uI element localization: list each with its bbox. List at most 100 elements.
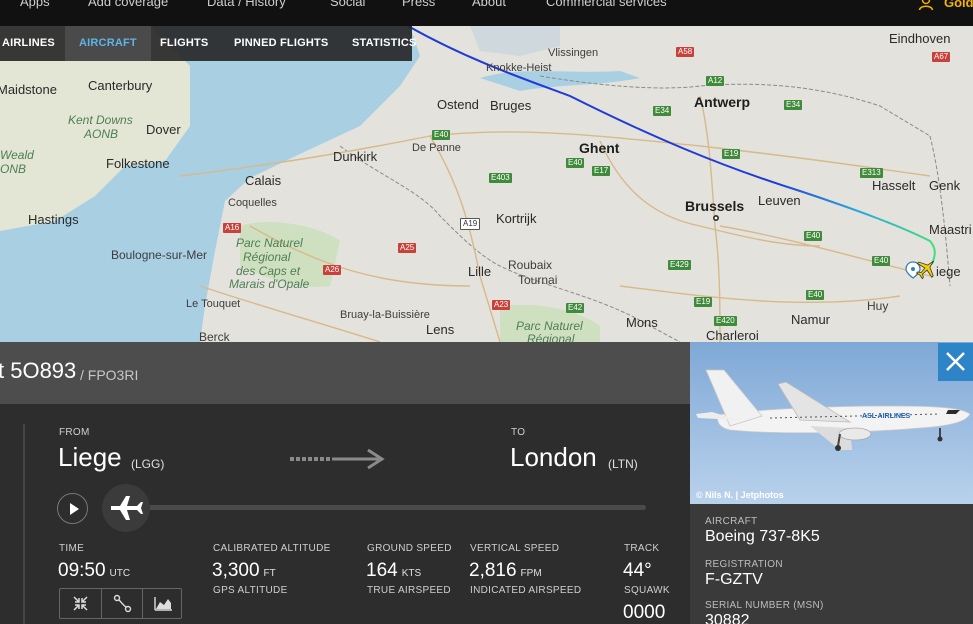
map-label: Régional xyxy=(527,332,575,342)
map-label: Bruay-la-Buissière xyxy=(340,309,430,321)
map-label: Kent Downs xyxy=(68,113,133,127)
map-label: Brussels xyxy=(685,198,745,214)
category-tabs: AIRLINES AIRCRAFT FLIGHTS PINNED FLIGHTS… xyxy=(0,26,416,61)
ground-speed-label: GROUND SPEED xyxy=(367,543,452,554)
view-options xyxy=(59,588,182,619)
map-label: des Caps et xyxy=(236,264,301,278)
road-shield: E40 xyxy=(566,158,585,168)
road-shield: E40 xyxy=(806,290,825,300)
map-label: ONB xyxy=(0,162,27,176)
aircraft-photo-image: ASL AIRLINES xyxy=(690,342,973,504)
origin-city[interactable]: Liege xyxy=(58,442,122,473)
tab-pinned-flights[interactable]: PINNED FLIGHTS xyxy=(234,26,328,61)
nav-apps[interactable]: Apps xyxy=(20,0,50,9)
map-label: Dunkirk xyxy=(333,149,378,164)
nav-data-history[interactable]: Data / History xyxy=(207,0,286,9)
flight-map[interactable]: Maidstone Canterbury Kent Downs AONB Dov… xyxy=(0,26,973,342)
map-label: AONB xyxy=(84,127,119,141)
map-label: Ostend xyxy=(437,97,479,112)
ground-speed-value: 164 KTS xyxy=(366,560,422,581)
photo-credit[interactable]: © Nils N. | Jetphotos xyxy=(696,490,784,500)
map-label: Charleroi xyxy=(706,328,759,342)
map-label: Berck xyxy=(199,330,230,342)
map-label: Antwerp xyxy=(694,94,750,110)
tab-airlines[interactable]: AIRLINES xyxy=(0,26,59,61)
map-label: Vlissingen xyxy=(548,47,599,59)
flight-header: t 5O893 / FPO3RI xyxy=(0,342,690,404)
user-account-label[interactable]: Gold xyxy=(944,0,973,10)
map-label: Eindhoven xyxy=(889,31,951,46)
aircraft-photo[interactable]: ASL AIRLINES © Nils N. | Jetphotos xyxy=(690,342,973,504)
from-label: FROM xyxy=(59,427,90,438)
map-label: Parc Naturel xyxy=(516,319,583,333)
aircraft-type-value[interactable]: Boeing 737-8K5 xyxy=(705,528,820,546)
chart-icon xyxy=(154,597,172,611)
squawk-label: SQUAWK xyxy=(624,585,670,596)
tab-flights[interactable]: FLIGHTS xyxy=(160,26,208,61)
tab-aircraft[interactable]: AIRCRAFT xyxy=(65,26,151,61)
route-view-button[interactable] xyxy=(101,589,142,618)
origin-code[interactable]: (LGG) xyxy=(131,457,164,471)
road-shield: E34 xyxy=(784,100,803,110)
close-button[interactable] xyxy=(938,343,973,381)
graph-view-button[interactable] xyxy=(142,589,183,618)
map-label: Huy xyxy=(867,299,889,313)
map-label: Mons xyxy=(626,315,658,330)
destination-city[interactable]: London xyxy=(510,442,597,473)
road-shield: A26 xyxy=(323,265,342,275)
map-label: Régional xyxy=(243,250,291,264)
tab-statistics[interactable]: STATISTICS xyxy=(352,26,417,61)
plane-icon xyxy=(111,496,143,520)
road-shield: A23 xyxy=(492,300,511,310)
road-shield: E40 xyxy=(872,256,891,266)
track-label: TRACK xyxy=(624,543,660,554)
flight-info-panel: t 5O893 / FPO3RI FROM Liege (LGG) TO Lon… xyxy=(0,342,690,624)
serial-number-label: SERIAL NUMBER (MSN) xyxy=(705,600,824,611)
calibrated-altitude-label: CALIBRATED ALTITUDE xyxy=(213,543,331,554)
close-icon xyxy=(946,352,965,371)
user-icon[interactable] xyxy=(918,0,934,11)
map-label: Roubaix xyxy=(508,258,553,272)
time-label: TIME xyxy=(59,543,85,554)
top-nav: Apps Add coverage Data / History Social … xyxy=(0,0,973,26)
map-label: Lens xyxy=(426,322,455,337)
map-label: Maidstone xyxy=(0,82,57,97)
aircraft-marker-icon[interactable] xyxy=(914,257,938,281)
nav-add-coverage[interactable]: Add coverage xyxy=(88,0,168,9)
road-shield: A25 xyxy=(398,243,417,253)
arrow-right-icon xyxy=(290,448,385,470)
map-label: De Panne xyxy=(412,142,461,154)
destination-code[interactable]: (LTN) xyxy=(608,457,638,471)
progress-plane xyxy=(102,484,150,532)
map-label: Hasselt xyxy=(872,178,916,193)
road-shield: E429 xyxy=(668,260,691,270)
map-label: Boulogne-sur-Mer xyxy=(111,248,208,262)
registration-value[interactable]: F-GZTV xyxy=(705,571,763,589)
play-button[interactable] xyxy=(57,493,88,524)
true-airspeed-label: TRUE AIRSPEED xyxy=(367,585,451,596)
nav-press[interactable]: Press xyxy=(402,0,435,9)
road-shield: E403 xyxy=(489,173,512,183)
map-label: Tournai xyxy=(518,273,558,287)
aircraft-details: AIRCRAFT Boeing 737-8K5 REGISTRATION F-G… xyxy=(690,504,973,624)
map-label: Kortrijk xyxy=(496,211,537,226)
calibrated-altitude-value: 3,300 FT xyxy=(212,560,276,581)
map-label: Parc Naturel xyxy=(236,236,303,250)
to-label: TO xyxy=(511,427,526,438)
map-label: Maastri xyxy=(929,222,972,237)
map-label: Folkestone xyxy=(106,156,170,171)
route-icon xyxy=(113,594,132,613)
map-label: Weald xyxy=(0,148,34,162)
expand-view-button[interactable] xyxy=(60,589,101,618)
nav-social[interactable]: Social xyxy=(330,0,365,9)
road-shield: E313 xyxy=(860,168,883,178)
road-shield: E19 xyxy=(722,149,741,159)
aircraft-type-label: AIRCRAFT xyxy=(705,516,758,527)
expand-icon xyxy=(73,596,88,611)
road-shield: E34 xyxy=(653,106,672,116)
nav-commercial-services[interactable]: Commercial services xyxy=(546,0,667,9)
flight-progress-bar xyxy=(146,505,646,510)
nav-about[interactable]: About xyxy=(472,0,506,9)
flight-callsign: / FPO3RI xyxy=(80,367,139,383)
map-label: Hastings xyxy=(28,212,79,227)
